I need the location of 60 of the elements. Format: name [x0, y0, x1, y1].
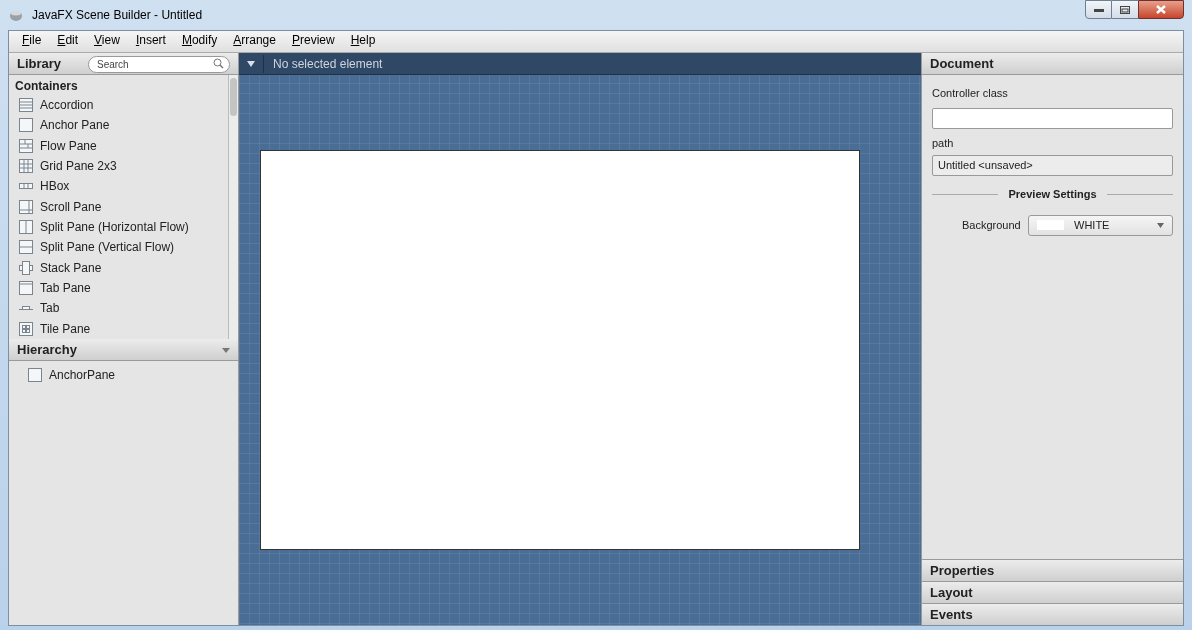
minimize-icon — [1093, 7, 1104, 12]
grid-icon — [18, 158, 34, 175]
color-swatch — [1037, 220, 1064, 230]
maximize-button[interactable] — [1112, 0, 1138, 19]
library-item[interactable]: Scroll Pane — [15, 196, 228, 217]
section-title: Preview Settings — [1008, 187, 1097, 202]
vsplit-icon — [18, 239, 34, 256]
library-item[interactable]: Tab — [15, 298, 228, 319]
path-field: Untitled <unsaved> — [932, 155, 1173, 176]
menu-item[interactable]: Help — [342, 31, 384, 52]
tab-icon — [18, 305, 34, 311]
menu-item[interactable]: Edit — [49, 31, 87, 52]
library-item[interactable]: Tab Pane — [15, 277, 228, 299]
menu-item[interactable]: Arrange — [225, 31, 284, 52]
close-button[interactable] — [1138, 0, 1184, 19]
section-header[interactable]: Events — [930, 604, 973, 625]
library-item[interactable]: Flow Pane — [15, 135, 228, 156]
box-icon — [27, 367, 43, 383]
scroll-icon — [18, 198, 34, 215]
dropdown-arrow-icon[interactable] — [222, 346, 230, 353]
flow-icon — [18, 137, 34, 154]
menu-item[interactable]: Insert — [127, 31, 174, 52]
library-item[interactable]: Split Pane (Vertical Flow) — [15, 237, 228, 258]
scroll-thumb[interactable] — [230, 78, 237, 116]
search-icon — [213, 57, 224, 69]
search-field[interactable]: Search — [88, 55, 230, 73]
selection-status: No selected element — [273, 55, 383, 73]
menu-item[interactable]: Preview — [283, 31, 343, 52]
menu-item[interactable]: Modify — [173, 31, 226, 52]
tabpane-icon — [18, 280, 34, 297]
field-label: Background — [962, 217, 1021, 233]
library-item[interactable]: HBox — [15, 176, 228, 197]
library-item[interactable]: Split Pane (Horizontal Flow) — [15, 216, 228, 238]
accordion-icon — [18, 97, 34, 114]
maximize-icon — [1120, 5, 1130, 14]
library-item[interactable]: Accordion — [15, 95, 228, 116]
library-item[interactable]: Tile Pane — [15, 318, 228, 339]
library-item[interactable]: Grid Pane 2x3 — [15, 156, 228, 177]
library-item[interactable]: Anchor Pane — [15, 115, 228, 136]
library-title: Library — [17, 54, 62, 73]
menu-item[interactable]: File — [14, 31, 50, 52]
window-title: JavaFX Scene Builder - Untitled — [32, 7, 203, 24]
scrollbar[interactable] — [228, 75, 238, 339]
close-icon — [1156, 5, 1166, 14]
field-label: path — [932, 135, 955, 151]
controller-class-field[interactable] — [932, 107, 1173, 129]
stack-icon — [18, 259, 34, 276]
hsplit-icon — [18, 219, 34, 236]
minimize-button[interactable] — [1085, 0, 1112, 19]
section-header[interactable]: Layout — [930, 582, 973, 603]
tile-icon — [18, 320, 34, 337]
box-icon — [18, 117, 34, 134]
dropdown-arrow-icon[interactable] — [247, 60, 255, 67]
field-label: Controller class — [932, 86, 1009, 101]
library-item[interactable]: Stack Pane — [15, 257, 228, 278]
menu-item[interactable]: View — [86, 31, 128, 52]
hierarchy-item[interactable]: AnchorPane — [27, 365, 238, 385]
dropdown-arrow-icon — [1157, 222, 1164, 228]
section-title: Containers — [15, 78, 79, 95]
background-dropdown[interactable]: WHITE — [1028, 214, 1173, 236]
